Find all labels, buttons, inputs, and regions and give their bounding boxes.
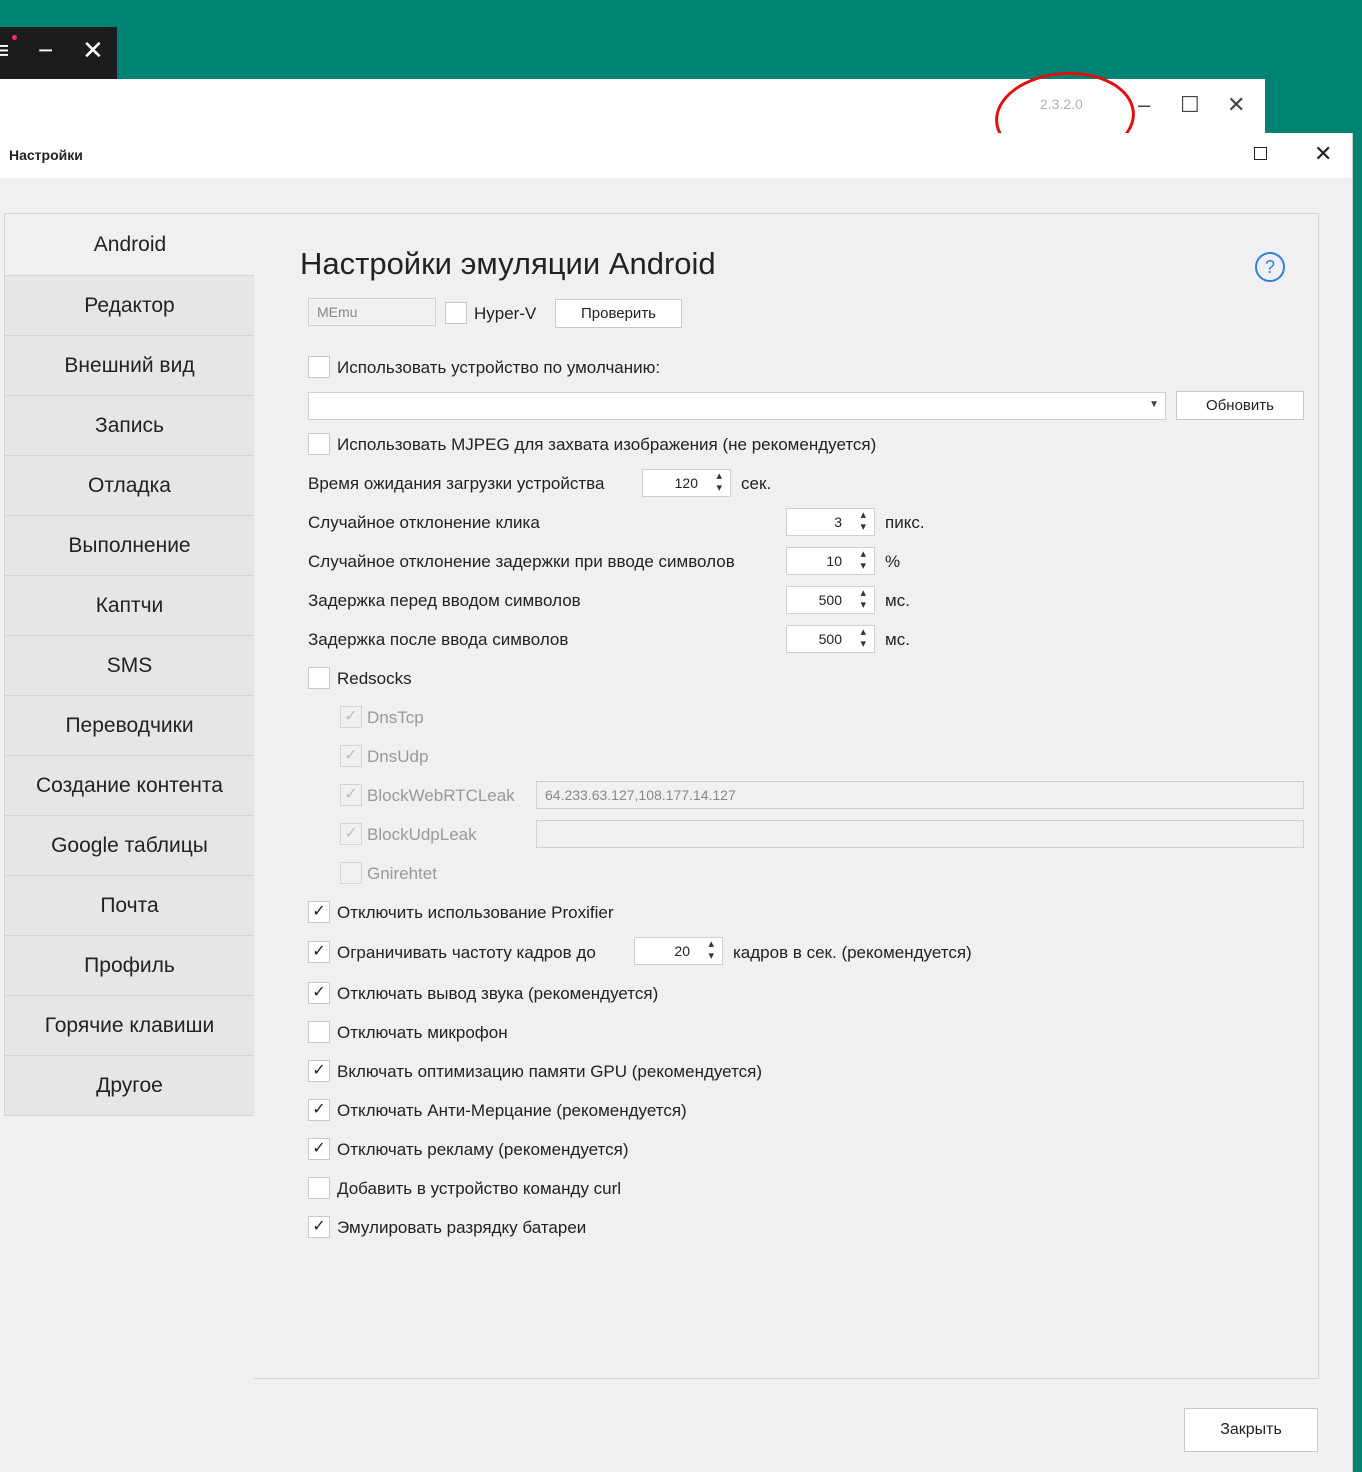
dnsudp-label: DnsUdp xyxy=(367,747,429,766)
dialog-title: Настройки xyxy=(9,147,83,163)
blockudp-checkbox[interactable]: ✓ xyxy=(340,823,362,845)
sidebar-item-execution[interactable]: Выполнение xyxy=(4,516,255,576)
limit-fps-spinner[interactable]: 20 ▴ ▾ xyxy=(634,937,723,965)
mini-window-bar: ≡ − ✕ xyxy=(0,27,117,79)
blockwebrtc-ips-field[interactable]: 64.233.63.127,108.177.14.127 xyxy=(536,781,1304,809)
dnsudp-checkbox[interactable]: ✓ xyxy=(340,745,362,767)
sidebar-item-editor[interactable]: Редактор xyxy=(4,276,255,336)
click-deviation-unit: пикс. xyxy=(885,513,925,532)
refresh-button[interactable]: Обновить xyxy=(1176,391,1304,420)
sidebar-item-appearance[interactable]: Внешний вид xyxy=(4,336,255,396)
anti-flicker-label: Отключать Анти-Мерцание (рекомендуется) xyxy=(337,1101,687,1120)
delay-after-label: Задержка после ввода символов xyxy=(308,630,569,649)
settings-panel: Настройки эмуляции Android ? MEmu Hyper-… xyxy=(254,213,1319,1379)
spinner-arrows-icon[interactable]: ▴ ▾ xyxy=(860,626,866,650)
delay-after-unit: мс. xyxy=(885,630,910,649)
spinner-arrows-icon[interactable]: ▴ ▾ xyxy=(708,938,714,962)
sidebar-item-recording[interactable]: Запись xyxy=(4,396,255,456)
mute-sound-checkbox[interactable]: ✓ xyxy=(308,982,330,1004)
limit-fps-unit: кадров в сек. (рекомендуется) xyxy=(733,943,972,962)
close-icon[interactable]: ✕ xyxy=(82,37,104,63)
chevron-down-icon: ▼ xyxy=(1149,399,1159,410)
mute-mic-checkbox[interactable] xyxy=(308,1021,330,1043)
minimize-icon[interactable]: − xyxy=(38,37,53,63)
sidebar-item-translators[interactable]: Переводчики xyxy=(4,696,255,756)
typing-deviation-label: Случайное отклонение задержки при вводе … xyxy=(308,552,735,571)
limit-fps-label: Ограничивать частоту кадров до xyxy=(337,943,596,962)
delay-before-spinner[interactable]: 500 ▴ ▾ xyxy=(786,586,875,614)
click-deviation-spinner[interactable]: 3 ▴ ▾ xyxy=(786,508,875,536)
use-mjpeg-checkbox[interactable] xyxy=(308,433,330,455)
redsocks-label: Redsocks xyxy=(337,669,412,688)
blockudp-field[interactable] xyxy=(536,820,1304,848)
boot-wait-label: Время ожидания загрузки устройства xyxy=(308,474,605,493)
close-icon[interactable]: ✕ xyxy=(1314,141,1332,167)
gnirehtet-label: Gnirehtet xyxy=(367,864,437,883)
anti-flicker-checkbox[interactable]: ✓ xyxy=(308,1099,330,1121)
disable-proxifier-checkbox[interactable]: ✓ xyxy=(308,901,330,923)
emulate-battery-label: Эмулировать разрядку батареи xyxy=(337,1218,587,1237)
hyperv-label: Hyper-V xyxy=(474,304,537,323)
disable-proxifier-label: Отключить использование Proxifier xyxy=(337,903,614,922)
check-button[interactable]: Проверить xyxy=(555,299,682,328)
add-curl-checkbox[interactable] xyxy=(308,1177,330,1199)
close-button[interactable]: Закрыть xyxy=(1184,1408,1318,1452)
sidebar-item-sms[interactable]: SMS xyxy=(4,636,255,696)
sidebar-item-android[interactable]: Android xyxy=(4,213,255,276)
delay-after-spinner[interactable]: 500 ▴ ▾ xyxy=(786,625,875,653)
use-default-device-checkbox[interactable] xyxy=(308,356,330,378)
hyperv-checkbox[interactable] xyxy=(445,302,467,324)
emulator-field[interactable]: MEmu xyxy=(308,298,436,326)
device-select[interactable]: ▼ xyxy=(308,392,1166,420)
maximize-icon[interactable] xyxy=(1254,147,1267,160)
dialog-titlebar: Настройки ✕ xyxy=(0,133,1352,178)
gpu-optimization-checkbox[interactable]: ✓ xyxy=(308,1060,330,1082)
typing-deviation-unit: % xyxy=(885,552,901,571)
boot-wait-spinner[interactable]: 120 ▴ ▾ xyxy=(642,469,731,497)
redsocks-checkbox[interactable] xyxy=(308,667,330,689)
help-icon[interactable]: ? xyxy=(1255,252,1285,282)
gnirehtet-checkbox[interactable] xyxy=(340,862,362,884)
sidebar-item-profile[interactable]: Профиль xyxy=(4,936,255,996)
sidebar-item-content[interactable]: Создание контента xyxy=(4,756,255,816)
typing-deviation-spinner[interactable]: 10 ▴ ▾ xyxy=(786,547,875,575)
spinner-arrows-icon[interactable]: ▴ ▾ xyxy=(860,509,866,533)
use-mjpeg-label: Использовать MJPEG для захвата изображен… xyxy=(337,435,877,454)
limit-fps-checkbox[interactable]: ✓ xyxy=(308,941,330,963)
close-icon[interactable]: ✕ xyxy=(1227,92,1245,118)
disable-ads-checkbox[interactable]: ✓ xyxy=(308,1138,330,1160)
settings-dialog: Настройки ✕ Android Редактор Внешний вид… xyxy=(0,133,1353,1472)
disable-ads-label: Отключать рекламу (рекомендуется) xyxy=(337,1140,629,1159)
delay-before-unit: мс. xyxy=(885,591,910,610)
settings-sidebar: Android Редактор Внешний вид Запись Отла… xyxy=(4,213,255,1116)
mute-sound-label: Отключать вывод звука (рекомендуется) xyxy=(337,984,659,1003)
spinner-arrows-icon[interactable]: ▴ ▾ xyxy=(860,587,866,611)
emulate-battery-checkbox[interactable]: ✓ xyxy=(308,1216,330,1238)
sidebar-item-debug[interactable]: Отладка xyxy=(4,456,255,516)
boot-wait-unit: сек. xyxy=(741,474,772,493)
blockwebrtc-checkbox[interactable]: ✓ xyxy=(340,784,362,806)
click-deviation-label: Случайное отклонение клика xyxy=(308,513,540,532)
minimize-icon[interactable]: – xyxy=(1138,92,1150,118)
delay-before-label: Задержка перед вводом символов xyxy=(308,591,581,610)
blockudp-label: BlockUdpLeak xyxy=(367,825,477,844)
hamburger-icon[interactable]: ≡ xyxy=(0,37,9,63)
sidebar-item-google-sheets[interactable]: Google таблицы xyxy=(4,816,255,876)
add-curl-label: Добавить в устройство команду curl xyxy=(337,1179,622,1198)
spinner-arrows-icon[interactable]: ▴ ▾ xyxy=(716,470,722,494)
gpu-optimization-label: Включать оптимизацию памяти GPU (рекомен… xyxy=(337,1062,763,1081)
sidebar-item-captcha[interactable]: Каптчи xyxy=(4,576,255,636)
use-default-device-label: Использовать устройство по умолчанию: xyxy=(337,358,661,377)
sidebar-item-other[interactable]: Другое xyxy=(4,1056,255,1116)
blockwebrtc-label: BlockWebRTCLeak xyxy=(367,786,515,805)
sidebar-item-hotkeys[interactable]: Горячие клавиши xyxy=(4,996,255,1056)
maximize-icon[interactable]: ☐ xyxy=(1180,92,1200,118)
page-title: Настройки эмуляции Android xyxy=(300,246,716,281)
dnstcp-label: DnsTcp xyxy=(367,708,424,727)
sidebar-item-mail[interactable]: Почта xyxy=(4,876,255,936)
spinner-arrows-icon[interactable]: ▴ ▾ xyxy=(860,548,866,572)
notification-dot xyxy=(12,35,17,40)
mute-mic-label: Отключать микрофон xyxy=(337,1023,508,1042)
dnstcp-checkbox[interactable]: ✓ xyxy=(340,706,362,728)
